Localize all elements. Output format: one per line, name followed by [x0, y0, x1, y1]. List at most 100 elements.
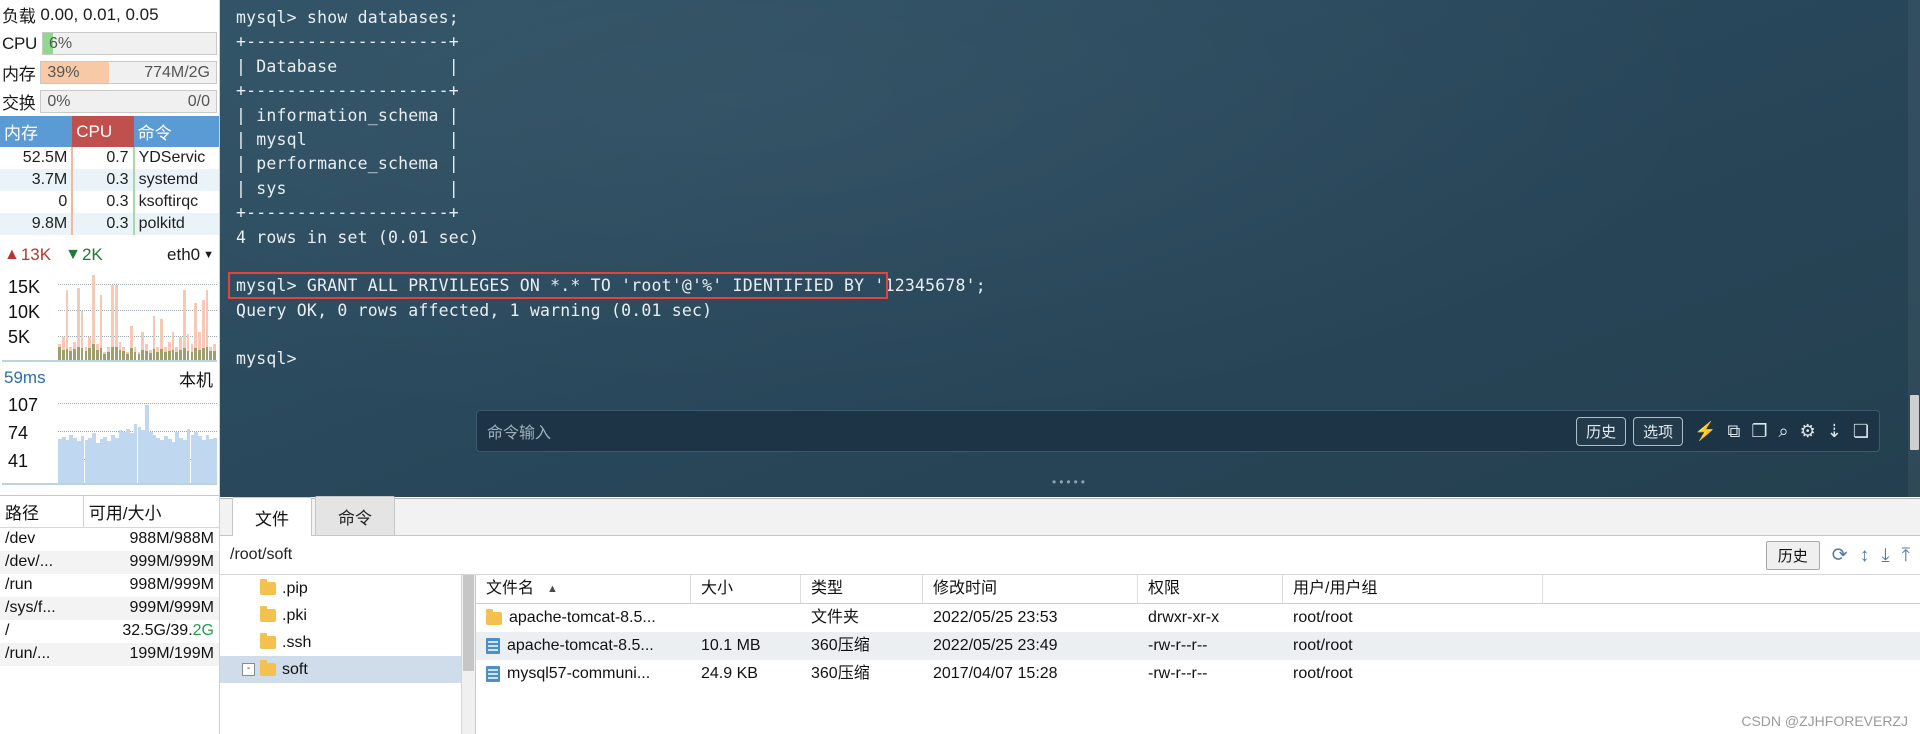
swap-row: 交换 0% 0/0 [0, 87, 219, 116]
collapse-icon[interactable]: - [242, 663, 255, 676]
cell-filename: mysql57-communi... [476, 660, 691, 688]
tree-item[interactable]: .ssh [220, 629, 475, 656]
latency-ytick-1: 74 [8, 423, 29, 443]
cell-size: 24.9 KB [701, 665, 758, 682]
folder-icon [260, 633, 276, 649]
tab-files[interactable]: 文件 [232, 497, 312, 536]
col-header-owner[interactable]: 用户/用户组 [1283, 575, 1543, 603]
col-header-size[interactable]: 大小 [691, 575, 801, 603]
terminal-scrollbar-thumb[interactable] [1910, 395, 1919, 450]
copy-icon[interactable]: ⧉ [1728, 422, 1741, 440]
disk-row[interactable]: /32.5G/39.2G [0, 619, 219, 643]
col-header-filename[interactable]: 文件名 ▲ [476, 575, 691, 603]
disk-row[interactable]: /run/... 199M/199M [0, 642, 219, 666]
col-header-memory[interactable]: 内存 [0, 116, 73, 147]
network-chart-axis: 15K 10K 5K [4, 268, 56, 360]
folder-icon [260, 579, 276, 595]
paste-icon[interactable]: ❐ [1751, 422, 1767, 440]
tree-item[interactable]: .pip [220, 575, 475, 602]
network-interface-label: eth0 [167, 244, 201, 264]
process-row[interactable]: 3.7M 0.3 systemd [0, 169, 219, 191]
process-row[interactable]: 0 0.3 ksoftirqc [0, 191, 219, 213]
refresh-icon[interactable]: ⟳ [1832, 546, 1848, 565]
terminal-line: mysql> show databases; [236, 8, 459, 27]
window-icon[interactable]: ❏ [1853, 422, 1869, 440]
terminal-output: mysql> show databases; +-----------------… [236, 6, 1890, 372]
memory-row: 内存 39% 774M/2G [0, 58, 219, 87]
command-input-bar[interactable]: 命令输入 历史 选项 ⚡ ⧉ ❐ ⌕ ⚙ ⇣ ❏ [476, 410, 1880, 452]
latency-target[interactable]: 本机 [179, 366, 219, 391]
tree-item-label: soft [282, 660, 308, 678]
cell-permissions: -rw-r--r-- [1148, 637, 1208, 654]
options-button[interactable]: 选项 [1633, 416, 1684, 446]
disk-avail-size: 199M/199M [83, 642, 219, 666]
disk-row[interactable]: /dev 988M/988M [0, 527, 219, 551]
upload-icon[interactable]: ⤒ [1902, 546, 1910, 565]
process-row[interactable]: 52.5M 0.7 YDServic [0, 147, 219, 169]
bolt-icon[interactable]: ⚡ [1694, 422, 1716, 440]
terminal-panel[interactable]: mysql> show databases; +-----------------… [220, 0, 1920, 497]
process-memory: 9.8M [0, 213, 74, 235]
process-memory: 0 [0, 191, 74, 213]
table-row[interactable]: apache-tomcat-8.5... 10.1 MB 360压缩 2022/05/… [476, 632, 1920, 660]
disk-row[interactable]: /run 998M/999M [0, 573, 219, 597]
latency-value: 59ms [4, 368, 46, 387]
disk-path: /run/... [0, 642, 84, 666]
download-icon[interactable]: ⤓ [1881, 546, 1889, 565]
tree-scrollbar-thumb[interactable] [463, 575, 474, 671]
process-table-header: 内存 CPU 命令 [0, 116, 219, 147]
tab-commands[interactable]: 命令 [315, 496, 395, 535]
col-header-cpu[interactable]: CPU [72, 116, 134, 147]
col-header-permissions[interactable]: 权限 [1138, 575, 1283, 603]
search-icon[interactable]: ⌕ [1779, 422, 1789, 440]
terminal-scrollbar[interactable] [1908, 0, 1920, 497]
memory-label: 内存 [2, 65, 36, 84]
gear-icon[interactable]: ⚙ [1800, 422, 1816, 440]
archive-icon [486, 638, 500, 654]
disk-row[interactable]: /dev/... 999M/999M [0, 550, 219, 574]
network-interface-selector[interactable]: eth0 ▼ [167, 245, 219, 265]
table-row[interactable]: mysql57-communi... 24.9 KB 360压缩 2017/04/07… [476, 660, 1920, 688]
cpu-label: CPU [2, 33, 37, 53]
swap-meter: 0% 0/0 [40, 90, 217, 113]
history-button[interactable]: 历史 [1576, 416, 1627, 446]
col-header-path[interactable]: 路径 [0, 496, 84, 528]
col-header-avail-size[interactable]: 可用/大小 [82, 496, 219, 528]
process-memory: 3.7M [0, 169, 74, 191]
download-icon[interactable]: ⇣ [1827, 422, 1842, 440]
terminal-line: mysql> GRANT ALL PRIVILEGES ON *.* TO 'r… [236, 276, 986, 296]
terminal-line: Query OK, 0 rows affected, 1 warning (0.… [236, 300, 713, 320]
memory-meter: 39% 774M/2G [40, 61, 217, 84]
process-row[interactable]: 9.8M 0.3 polkitd [0, 213, 219, 235]
chevron-down-icon: ▼ [203, 248, 214, 261]
disk-avail-size: 998M/999M [83, 573, 219, 597]
current-path[interactable]: /root/soft [230, 546, 292, 564]
network-upload-value: 13K [20, 244, 52, 264]
terminal-line: +--------------------+ [236, 203, 459, 223]
table-row[interactable]: apache-tomcat-8.5... 文件夹 2022/05/25 23:53 d… [476, 604, 1920, 632]
path-toolbar: 历史 ⟳ ↕ ⤓ ⤒ [1765, 540, 1910, 570]
panel-resize-handle[interactable]: ••••• [1052, 475, 1088, 489]
cell-size: 10.1 MB [701, 637, 761, 654]
tree-item[interactable]: - soft [220, 656, 475, 683]
disk-path: /sys/f... [0, 596, 84, 620]
col-header-modified[interactable]: 修改时间 [923, 575, 1138, 603]
cpu-meter: 6% [42, 32, 217, 55]
command-input[interactable]: 命令输入 [487, 419, 1569, 443]
col-header-command[interactable]: 命令 [133, 116, 219, 147]
sort-updown-icon[interactable]: ↕ [1860, 546, 1870, 565]
cell-owner: root/root [1293, 665, 1353, 682]
tree-scrollbar[interactable] [461, 575, 475, 734]
file-history-button[interactable]: 历史 [1765, 540, 1820, 570]
col-header-type[interactable]: 类型 [801, 575, 923, 603]
disk-row[interactable]: /sys/f... 999M/999M [0, 596, 219, 620]
latency-ytick-2: 41 [8, 451, 29, 471]
file-manager-panel: 文件 命令 /root/soft 历史 ⟳ ↕ ⤓ ⤒ .pip .pki .ssh… [220, 496, 1920, 734]
process-cpu: 0.7 [72, 147, 135, 169]
sort-ascending-icon: ▲ [547, 583, 558, 595]
download-arrow-icon: ▼ [65, 245, 81, 263]
terminal-line: | Database | [236, 56, 459, 76]
archive-icon [486, 666, 500, 682]
tree-item[interactable]: .pki [220, 602, 475, 629]
col-header-filename-label: 文件名 [486, 580, 535, 597]
